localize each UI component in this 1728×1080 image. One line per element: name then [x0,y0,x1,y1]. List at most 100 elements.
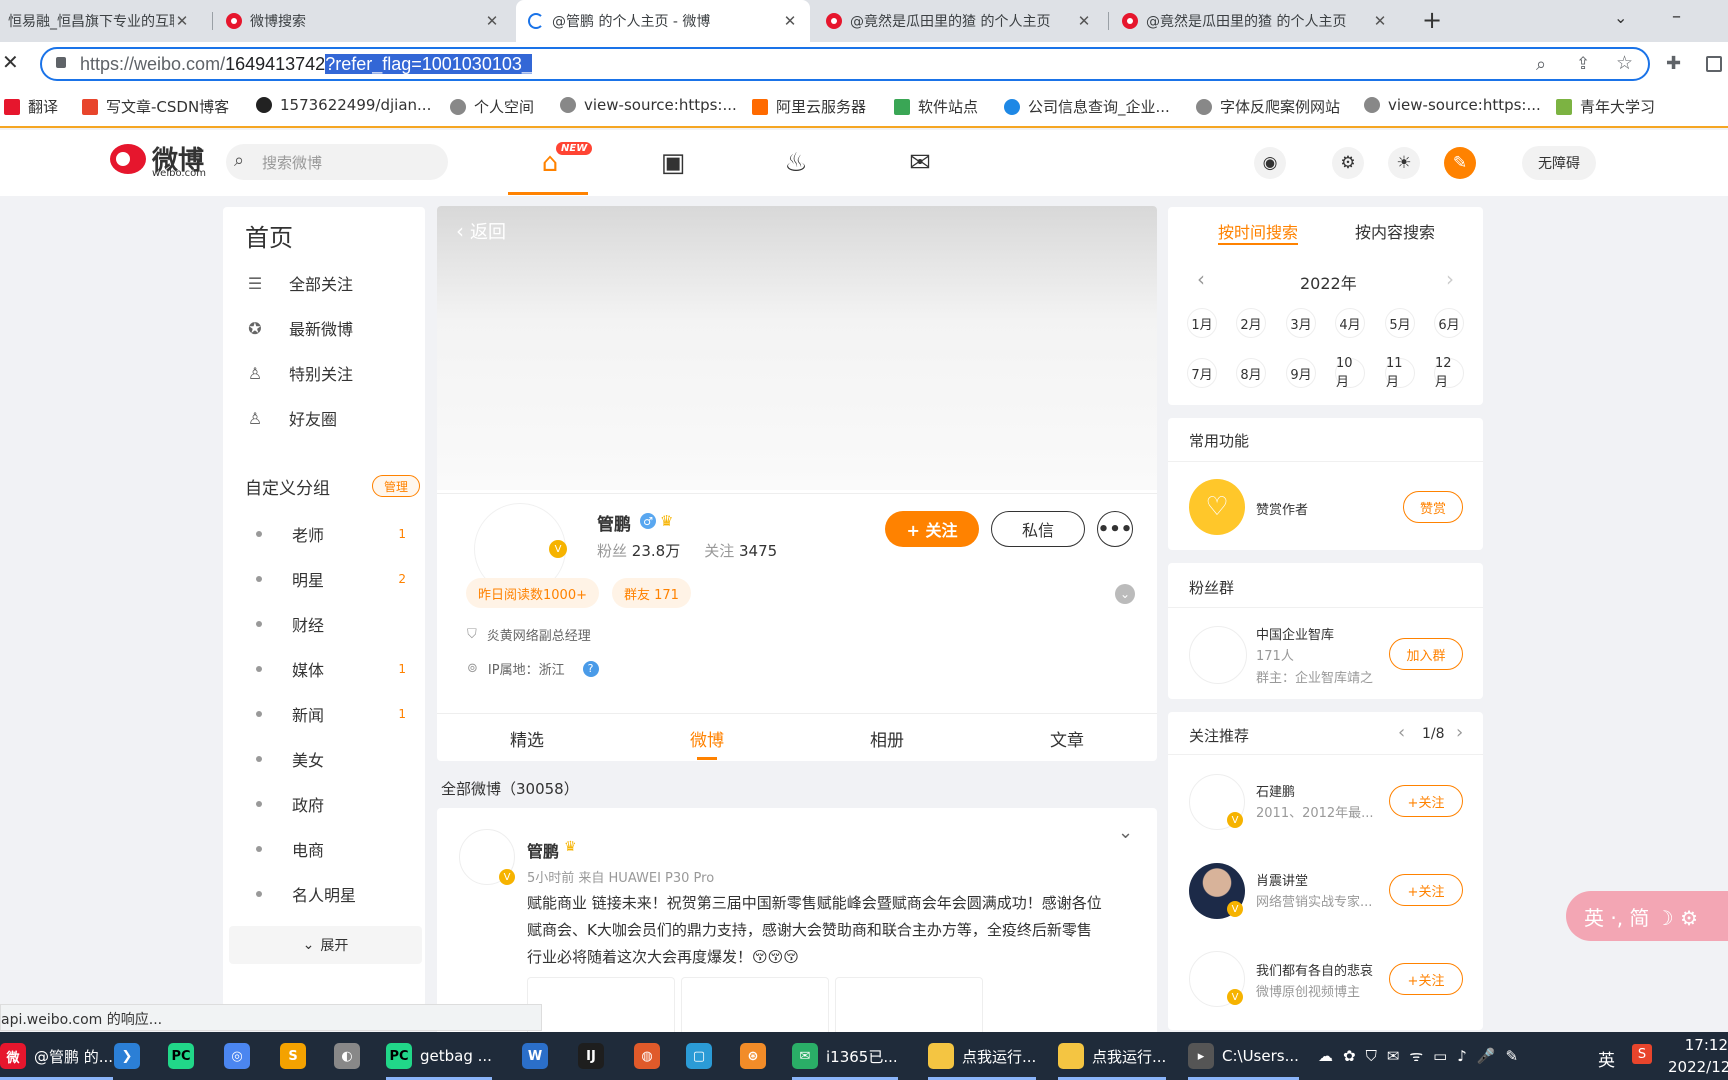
recommend-follow-button[interactable]: +关注 [1389,963,1463,995]
accessibility-button[interactable]: 无障碍 [1522,146,1596,180]
fans-count[interactable]: 23.8万 [632,542,680,560]
taskbar-item-pycharm[interactable]: PC [168,1040,202,1072]
close-icon[interactable]: ✕ [484,12,500,30]
group-avatar[interactable] [1189,626,1247,684]
bookmark-4[interactable]: view-source:https:... [584,96,737,114]
group-item[interactable]: 老师 1 [256,522,406,546]
mail-icon[interactable]: ✉ [892,138,948,188]
video-icon[interactable]: ▣ [645,138,701,188]
tab-album[interactable]: 相册 [797,714,977,762]
sidebar-item-latest[interactable]: ✪ 最新微博 [245,316,353,340]
tab-1[interactable]: 微博搜索 ✕ [214,0,512,42]
sogou-icon[interactable]: S [1632,1044,1652,1064]
taskbar-item-cmd[interactable]: ▸ C:\Users... [1188,1040,1299,1080]
recommend-name[interactable]: 石建鹏 [1256,781,1295,800]
hot-icon[interactable]: ♨ [768,138,824,188]
taskbar-item-idea[interactable]: IJ [578,1040,612,1072]
chevron-right-icon[interactable]: › [1456,722,1463,743]
close-icon[interactable]: ✕ [782,12,798,30]
ime-toolbar[interactable]: 英 ·, 简 ☽ ⚙ [1566,891,1728,941]
group-item[interactable]: 电商 [256,837,406,861]
group-name[interactable]: 中国企业智库 [1256,624,1334,643]
tab-list-chevron-icon[interactable]: ⌄ [1614,8,1627,27]
month-button[interactable]: 6月 [1434,308,1464,338]
month-button[interactable]: 2月 [1236,308,1266,338]
recommend-name[interactable]: 肖震讲堂 [1256,870,1308,889]
minimize-icon[interactable]: – [1672,6,1681,27]
input-language[interactable]: 英 [1598,1046,1615,1071]
game-icon[interactable]: ◉ [1254,147,1286,179]
tab-2-active[interactable]: @管鹏 的个人主页 - 微博 ✕ [516,0,810,42]
bookmark-0[interactable]: 翻译 [28,96,58,117]
chevron-left-icon[interactable]: ‹ [1197,267,1205,291]
system-tray-icons[interactable]: ☁✿⛉✉ᯤ▭♪🎤✎ [1318,1046,1528,1066]
month-button[interactable]: 10月 [1335,356,1365,390]
message-button[interactable]: 私信 [991,511,1085,547]
taskbar-item-folder[interactable]: 点我运行... [1058,1040,1167,1080]
month-button[interactable]: 9月 [1286,358,1316,388]
more-icon[interactable]: ••• [1097,511,1133,547]
taskbar-item-sublime[interactable]: S [280,1040,314,1072]
settings-icon[interactable]: ⚙ [1332,147,1364,179]
follow-button[interactable]: + 关注 [885,511,979,547]
close-icon[interactable]: ✕ [1076,12,1092,30]
chevron-down-icon[interactable]: ⌄ [1118,822,1133,843]
tab-3[interactable]: @竟然是瓜田里的猹 的个人主页 ✕ [814,0,1104,42]
group-friends-tag[interactable]: 群友 171 [612,578,691,608]
taskbar-item-app[interactable]: ◎ [224,1040,258,1072]
month-button[interactable]: 11月 [1385,356,1415,390]
search-by-content-tab[interactable]: 按内容搜索 [1355,219,1435,243]
bookmark-10[interactable]: 青年大学习 [1580,96,1655,117]
bookmark-5[interactable]: 阿里云服务器 [776,96,866,117]
close-icon[interactable]: ✕ [174,12,190,30]
taskbar-item-folder[interactable]: 点我运行... [928,1040,1037,1080]
bookmark-9[interactable]: view-source:https:... [1388,96,1541,114]
close-icon[interactable]: ✕ [1372,12,1388,30]
side-panel-icon[interactable] [1706,56,1722,72]
group-item[interactable]: 明星 2 [256,567,406,591]
url-text[interactable]: https://weibo.com/1649413742?refer_flag=… [80,52,532,76]
month-button[interactable]: 4月 [1335,308,1365,338]
group-item[interactable]: 名人明星 [256,882,406,906]
taskbar-item-app[interactable]: ⊛ [740,1040,774,1072]
recommend-follow-button[interactable]: +关注 [1389,874,1463,906]
bookmark-3[interactable]: 个人空间 [474,96,534,117]
month-button[interactable]: 7月 [1187,358,1217,388]
lock-icon[interactable] [56,57,66,68]
sidebar-item-special[interactable]: ♙ 特别关注 [245,361,353,385]
bookmark-8[interactable]: 字体反爬案例网站 [1220,96,1340,117]
bookmark-star-icon[interactable]: ☆ [1616,52,1633,74]
month-button[interactable]: 5月 [1385,308,1415,338]
group-item[interactable]: 美女 [256,747,406,771]
chevron-left-icon[interactable]: ‹ [1398,722,1405,743]
back-button[interactable]: ‹ 返回 [456,218,506,244]
reward-button[interactable]: 赞赏 [1403,491,1463,523]
join-group-button[interactable]: 加入群 [1389,638,1463,670]
taskbar-item-vscode[interactable]: ❯ [114,1040,148,1072]
tab-featured[interactable]: 精选 [437,714,617,762]
extensions-icon[interactable]: ✚ [1666,53,1681,74]
bookmark-6[interactable]: 软件站点 [918,96,978,117]
compose-icon[interactable]: ✎ [1444,147,1476,179]
tab-0[interactable]: 恒易融_恒昌旗下专业的互联 ✕ [0,0,202,42]
search-by-time-tab[interactable]: 按时间搜索 [1218,219,1298,243]
post-image[interactable] [835,977,983,1032]
sidebar-item-friends[interactable]: ♙ 好友圈 [245,406,337,430]
chevron-down-icon[interactable]: ⌄ [1115,584,1135,604]
taskbar-item-browser[interactable]: 微 @管鹏 的... [0,1040,114,1080]
post-author[interactable]: 管鹏 [527,838,559,862]
stop-icon[interactable]: ✕ [2,50,19,74]
taskbar-item-pycharm-getbag[interactable]: PC getbag ... [386,1040,492,1080]
expand-button[interactable]: ⌄ 展开 [229,926,422,964]
share-icon[interactable]: ⇪ [1576,54,1590,74]
month-button[interactable]: 12月 [1434,356,1464,390]
group-item[interactable]: 财经 [256,612,406,636]
group-item[interactable]: 新闻 1 [256,702,406,726]
read-count-tag[interactable]: 昨日阅读数1000+ [466,578,599,608]
taskbar-item-app[interactable]: ◐ [334,1040,368,1072]
bookmark-1[interactable]: 写文章-CSDN博客 [106,96,229,117]
recommend-name[interactable]: 我们都有各自的悲哀 [1256,960,1373,979]
taskbar-item-app[interactable]: ▢ [686,1040,720,1072]
group-item[interactable]: 政府 [256,792,406,816]
reward-heart-icon[interactable]: ♡ [1189,479,1245,535]
